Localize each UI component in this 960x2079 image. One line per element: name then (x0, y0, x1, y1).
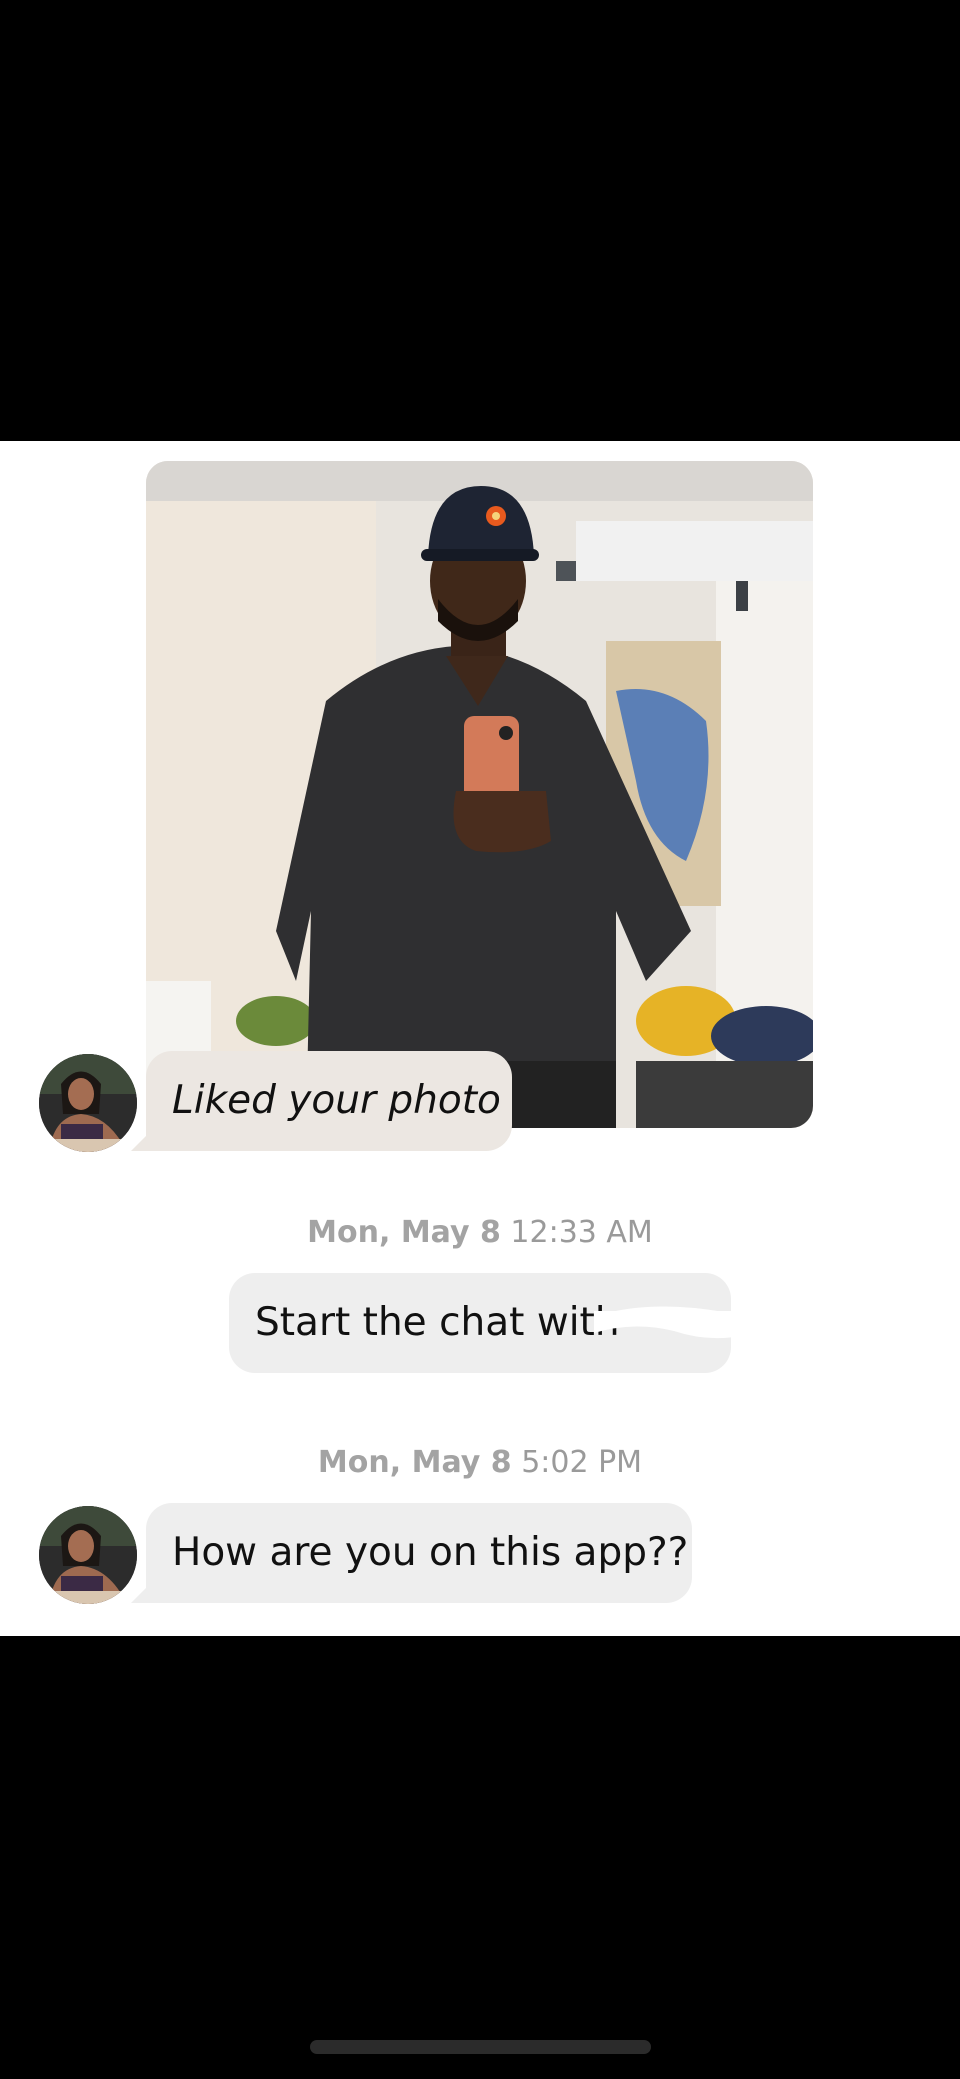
avatar[interactable] (39, 1506, 137, 1604)
start-chat-text: Start the chat with (255, 1300, 620, 1345)
liked-photo-label: Liked your photo (172, 1078, 501, 1123)
timestamp-time: 5:02 PM (521, 1445, 643, 1480)
timestamp: Mon, May 8 5:02 PM (0, 1445, 960, 1480)
avatar[interactable] (39, 1054, 137, 1152)
avatar-image (39, 1506, 137, 1604)
bubble-tail (131, 1133, 149, 1151)
timestamp-day: Mon, May 8 (307, 1215, 501, 1250)
bubble-tail (131, 1585, 149, 1603)
home-indicator[interactable] (310, 2040, 651, 2054)
timestamp-time: 12:33 AM (510, 1215, 653, 1250)
timestamp: Mon, May 8 12:33 AM (0, 1215, 960, 1250)
incoming-message-text: How are you on this app?? (172, 1530, 689, 1575)
timestamp-day: Mon, May 8 (317, 1445, 512, 1480)
chat-thread[interactable]: Liked your photo Mon, May 8 12:33 AM Sta… (0, 441, 960, 1636)
liked-photo-bubble: Liked your photo (146, 1051, 512, 1151)
photo-image (146, 461, 813, 1128)
avatar-image (39, 1054, 137, 1152)
redaction-scribble (594, 1306, 731, 1339)
liked-photo[interactable] (146, 461, 813, 1128)
top-letterbox (0, 0, 960, 441)
incoming-message-bubble[interactable]: How are you on this app?? (146, 1503, 692, 1603)
start-chat-bubble: Start the chat with (229, 1273, 731, 1373)
bottom-letterbox (0, 1636, 960, 2079)
